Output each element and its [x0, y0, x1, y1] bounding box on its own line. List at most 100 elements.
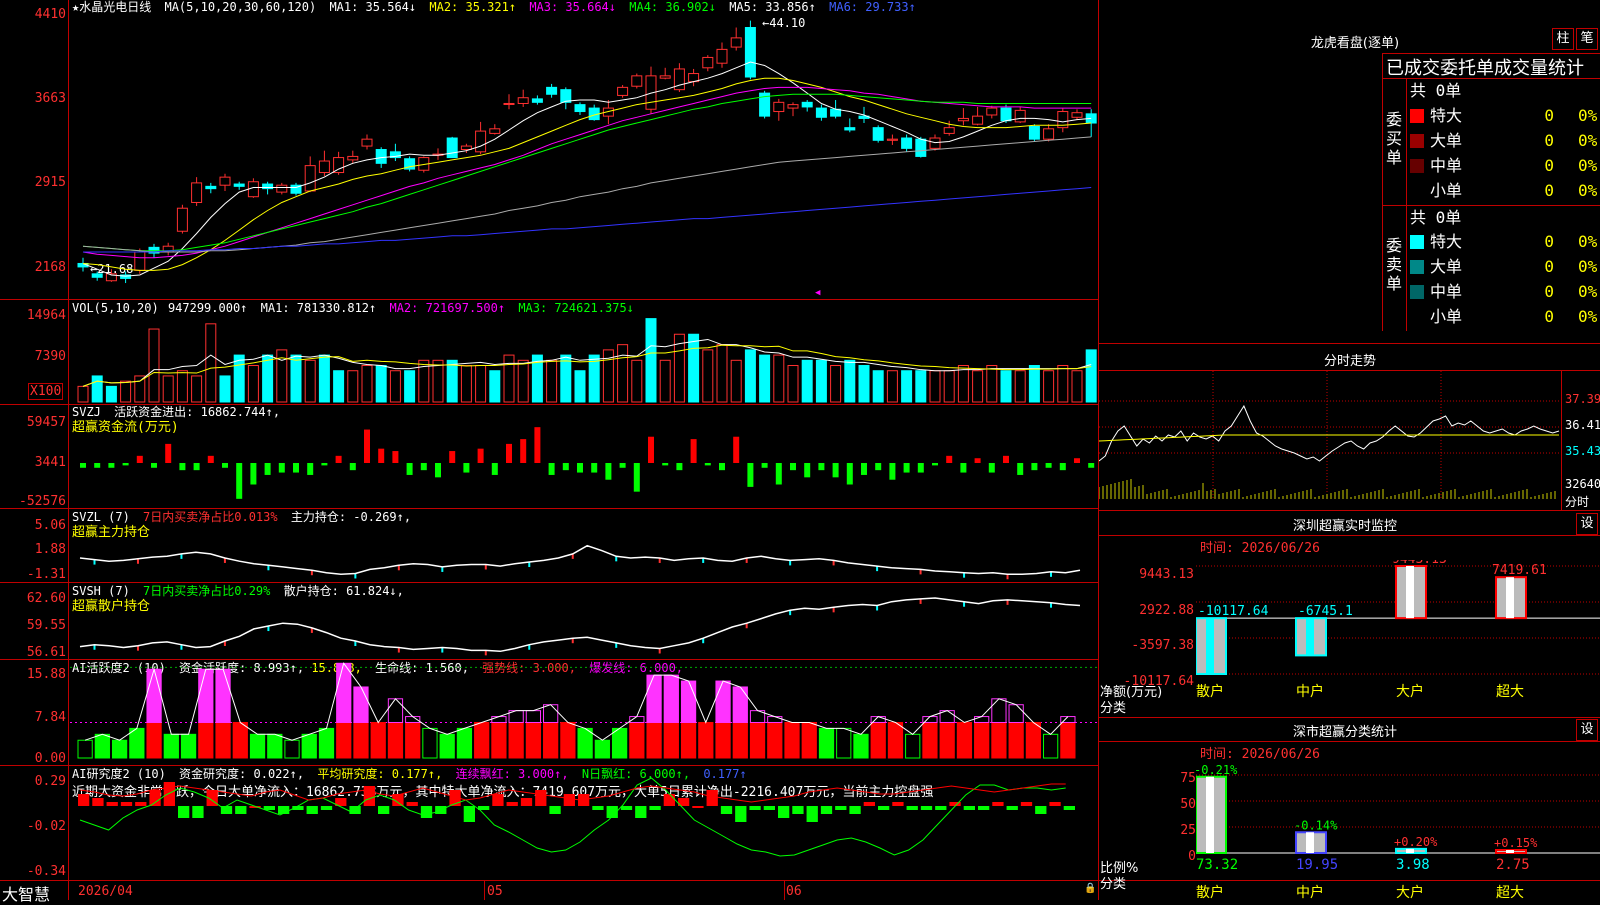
legend-swatch: [1410, 235, 1424, 249]
y-tick: 15.88: [26, 667, 66, 682]
bar-value-label: 7419.61: [1492, 563, 1547, 578]
row-pct: 0%: [1578, 156, 1598, 175]
y-tick: 分时: [1565, 495, 1590, 509]
settings-button[interactable]: 设: [1576, 513, 1598, 535]
research-bar: [349, 806, 361, 814]
volume-bar: [844, 359, 856, 403]
activity-bar-top: [715, 680, 731, 723]
ma-line: [82, 77, 1092, 271]
ai-activity-chart[interactable]: [70, 660, 1098, 764]
y-tick: -52576: [19, 494, 66, 509]
flow-bar: [1074, 458, 1080, 463]
flow-bar: [974, 458, 981, 463]
candle-body: [333, 157, 345, 174]
intraday-chart[interactable]: [1099, 371, 1561, 509]
research-bar: [149, 790, 161, 806]
sz-class-title: 深市超赢分类统计: [1292, 725, 1397, 740]
legend-swatch: [1410, 134, 1424, 148]
activity-bar: [974, 721, 990, 759]
volume-bar: [815, 359, 827, 403]
svsh-chart[interactable]: [70, 594, 1098, 658]
research-bar: [1020, 802, 1033, 806]
candle-body: [205, 185, 217, 190]
flow-bar: [364, 429, 370, 463]
stock-name[interactable]: 水晶光电日线: [79, 0, 151, 14]
category-label: 中户: [1296, 884, 1324, 900]
volume-bar: [688, 333, 700, 403]
candle-body: [304, 165, 316, 192]
net-bar-highlight: [1406, 566, 1414, 619]
category-label: 大户: [1396, 683, 1424, 700]
volume-bar: [304, 359, 316, 403]
sz-monitor-chart[interactable]: -10117.64 -6745.1 9443.13 7419.61 散户 中户 大户 超大: [1196, 560, 1600, 714]
ratio-value-label: 19.95: [1296, 857, 1338, 873]
svzj-chart[interactable]: [70, 420, 1098, 506]
flow-bar: [988, 463, 995, 473]
volume-bar: [645, 318, 657, 403]
volume-bar: [972, 370, 984, 403]
row-name: 大单: [1430, 257, 1463, 276]
sell-row: 中单 0 0%: [1410, 280, 1600, 304]
volume-bar: [901, 370, 913, 403]
volume-bar: [1014, 370, 1026, 403]
ma4-label: MA4: 36.902↓: [629, 0, 716, 14]
tick-mode-button[interactable]: 笔: [1576, 28, 1598, 50]
activity-bar: [249, 733, 266, 759]
research-bar: [135, 802, 147, 806]
settings-button[interactable]: 设: [1576, 719, 1598, 741]
flow-bar: [605, 463, 612, 480]
x-label-apr: 2026/04: [78, 884, 133, 899]
volume-bar: [333, 370, 345, 403]
activity-bar: [318, 727, 335, 759]
bar-value-label: 9443.13: [1392, 560, 1447, 567]
candle-body: [1043, 128, 1055, 140]
activity-bar: [939, 721, 955, 759]
flow-bar: [804, 463, 811, 478]
flow-bar: [236, 463, 243, 499]
svzl-chart[interactable]: [70, 520, 1098, 580]
activity-bar: [77, 739, 93, 759]
candle-body: [531, 98, 543, 103]
research-bar: [520, 798, 533, 806]
volume-bar: [915, 370, 927, 403]
ma1-label: MA1: 35.564↓: [329, 0, 417, 14]
unit-label: X100: [28, 383, 64, 400]
sz-class-chart[interactable]: -0.21% 73.32 散户 -0.14% 19.95 中户 +0.20% 3.98 大户 +0…: [1196, 765, 1600, 900]
volume-bar: [986, 365, 998, 403]
volume-bar: [744, 349, 756, 403]
research-bar: [1035, 806, 1047, 814]
lock-icon[interactable]: 🔒: [1084, 883, 1096, 894]
volume-chart[interactable]: [70, 316, 1098, 403]
column-mode-button[interactable]: 柱: [1552, 28, 1574, 50]
y-tick: 37.39: [1565, 392, 1600, 406]
research-bar: [363, 786, 375, 806]
candle-body: [361, 138, 373, 147]
row-name: 特大: [1430, 232, 1463, 251]
activity-bar: [439, 733, 455, 759]
activity-bar: [715, 721, 731, 759]
flow-bar: [406, 463, 413, 475]
y-tick: 2915: [34, 175, 66, 190]
net-bar-highlight: [1206, 618, 1214, 674]
svzj-title: SVZJ: [72, 405, 101, 419]
y-tick: 32640: [1565, 477, 1600, 491]
flow-bar: [151, 463, 157, 468]
research-bar: [749, 806, 761, 810]
ai-research-chart[interactable]: [70, 770, 1098, 878]
candle-body: [191, 182, 203, 203]
row-count: 0: [1544, 106, 1554, 125]
candle-body: [176, 207, 188, 232]
candle-chart[interactable]: [70, 16, 1098, 298]
volume-bar: [446, 359, 458, 403]
research-bar: [620, 806, 633, 810]
category-label: 散户: [1196, 884, 1224, 900]
volume-bar: [517, 359, 529, 403]
ma6-label: MA6: 29.733↑: [829, 0, 916, 14]
category-label: 中户: [1296, 683, 1324, 700]
activity-bar: [801, 721, 817, 759]
candle-body: [1028, 125, 1040, 140]
volume-bar: [432, 359, 444, 403]
volume-bar: [1028, 365, 1040, 403]
row-name: 小单: [1430, 181, 1463, 200]
vol-value: 947299.000↑: [167, 301, 248, 315]
